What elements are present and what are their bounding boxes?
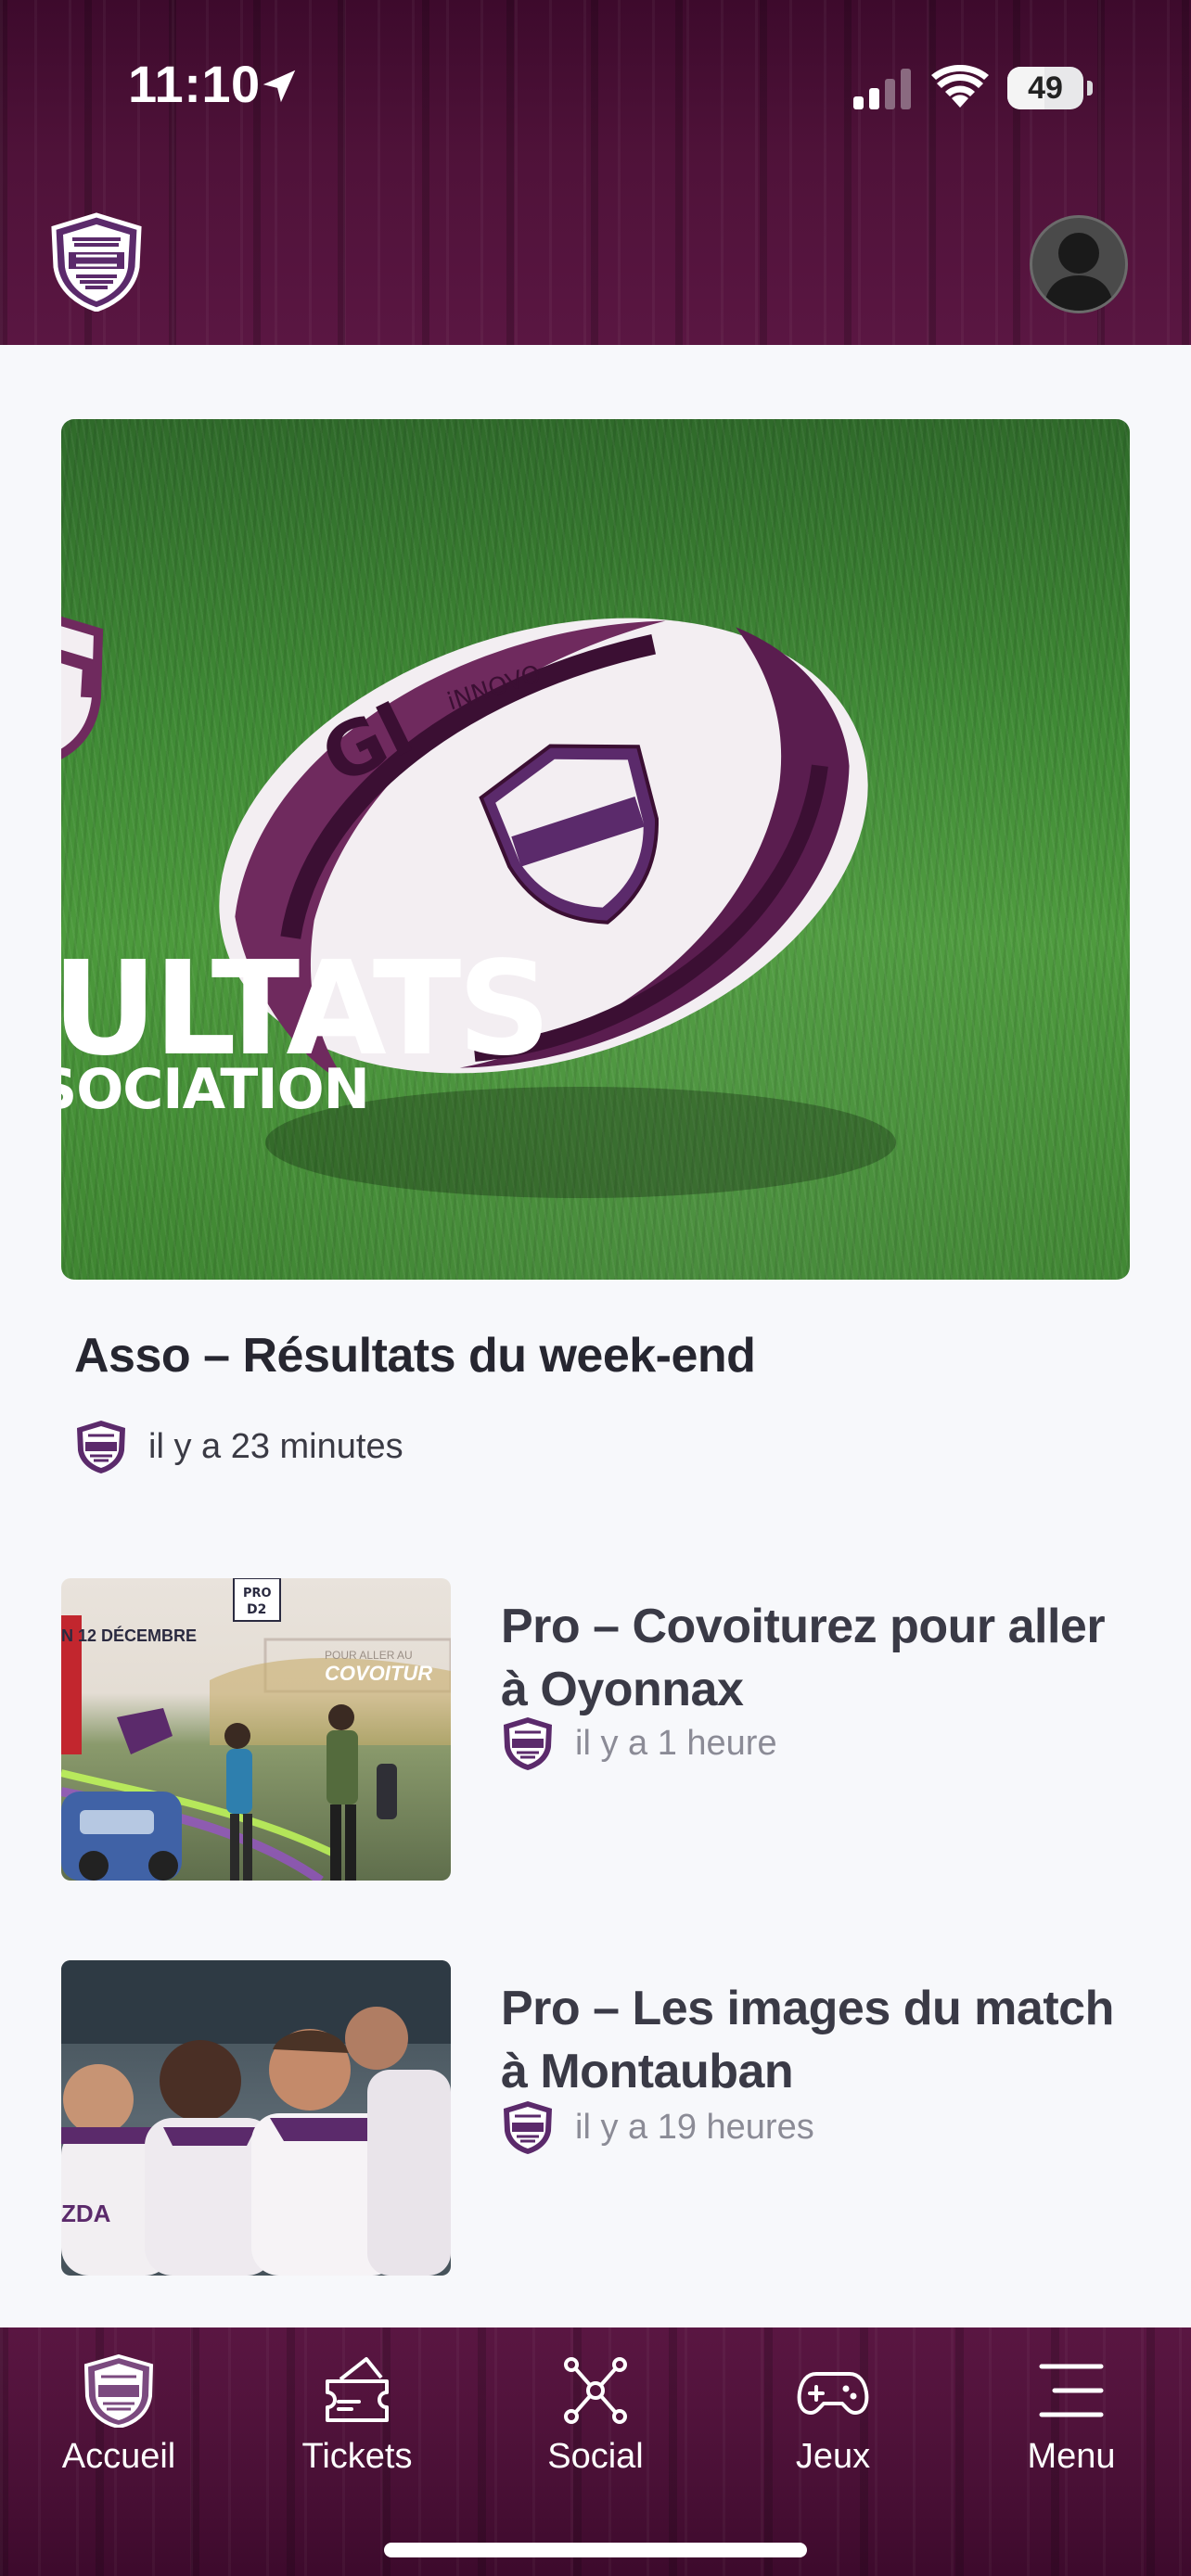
- cellular-signal-icon: [853, 69, 911, 109]
- rugby-ball-illustration: GI iNNOVO: [219, 618, 896, 1198]
- article-time: il y a 19 heures: [575, 2107, 814, 2147]
- tab-tickets[interactable]: Tickets: [255, 2353, 459, 2493]
- article-meta: il y a 19 heures: [501, 2099, 814, 2155]
- svg-text:D2: D2: [247, 1602, 266, 1617]
- thumb-small-text: POUR ALLER AU: [325, 1649, 413, 1662]
- network-icon: [564, 2357, 627, 2424]
- featured-article-title[interactable]: Asso – Résultats du week-end: [74, 1328, 756, 1384]
- featured-image-subheadline: SOCIATION: [61, 1057, 370, 1122]
- club-shield-icon: [83, 2353, 154, 2428]
- article-list-item[interactable]: PRO D2 N 12 DÉCEMBRE POUR ALLER AU COVOI…: [61, 1578, 1130, 1881]
- club-shield-icon: [504, 2101, 552, 2154]
- location-arrow-icon: [263, 70, 296, 103]
- tab-label: Accueil: [61, 2437, 176, 2476]
- thumb-badge-text: COVOITUR: [325, 1662, 433, 1685]
- carpool-promo-image: PRO D2: [61, 1578, 451, 1881]
- article-thumbnail[interactable]: PRO D2 N 12 DÉCEMBRE POUR ALLER AU COVOI…: [61, 1578, 451, 1881]
- club-shield-icon: [504, 1717, 552, 1770]
- tab-label: Jeux: [795, 2437, 871, 2476]
- menu-icon: [1039, 2364, 1104, 2417]
- article-list-item[interactable]: ZDA Pro – Les images du match à Montauba…: [61, 1960, 1130, 2276]
- tab-label: Menu: [1027, 2437, 1116, 2476]
- home-indicator[interactable]: [384, 2543, 807, 2557]
- thumb-date-text: N 12 DÉCEMBRE: [61, 1626, 198, 1645]
- bottom-tab-bar: Accueil Tickets Social Jeux Menu: [0, 2327, 1191, 2576]
- article-time: il y a 1 heure: [575, 1723, 777, 1763]
- partial-club-shield: [61, 616, 104, 759]
- svg-text:PRO: PRO: [243, 1587, 272, 1600]
- tab-accueil[interactable]: Accueil: [17, 2353, 221, 2493]
- status-bar: 11:10 49: [0, 0, 1191, 139]
- thumb-jersey-text: ZDA: [61, 2200, 111, 2227]
- battery-level: 49: [1028, 70, 1063, 106]
- featured-article[interactable]: GI iNNOVO ULTATS SOCIATION Asso – Résult…: [61, 419, 1130, 1473]
- article-title[interactable]: Pro – Les images du match à Montauban: [501, 1977, 1132, 2103]
- club-shield-logo-icon[interactable]: [48, 211, 145, 312]
- article-title[interactable]: Pro – Covoiturez pour aller à Oyonnax: [501, 1595, 1132, 1721]
- status-time: 11:10: [128, 55, 261, 113]
- match-photo-image: [61, 1960, 451, 2276]
- article-meta: il y a 1 heure: [501, 1715, 777, 1771]
- wifi-icon: [931, 65, 989, 108]
- user-avatar-button[interactable]: [1030, 215, 1128, 313]
- tab-label: Social: [547, 2437, 644, 2476]
- featured-article-image[interactable]: GI iNNOVO ULTATS SOCIATION: [61, 419, 1130, 1280]
- featured-article-meta: il y a 23 minutes: [74, 1419, 403, 1474]
- user-avatar-icon: [1044, 233, 1114, 311]
- tab-social[interactable]: Social: [493, 2353, 698, 2493]
- featured-article-time: il y a 23 minutes: [148, 1426, 403, 1466]
- battery-cap: [1087, 81, 1093, 96]
- tab-menu[interactable]: Menu: [969, 2353, 1173, 2493]
- ticket-icon: [326, 2357, 389, 2422]
- article-thumbnail[interactable]: ZDA: [61, 1960, 451, 2276]
- app-header: 11:10 49: [0, 0, 1191, 345]
- tab-jeux[interactable]: Jeux: [731, 2353, 935, 2493]
- club-shield-icon: [77, 1421, 125, 1473]
- gamepad-icon: [797, 2372, 869, 2415]
- tab-label: Tickets: [301, 2437, 413, 2476]
- battery-indicator: 49: [1007, 67, 1093, 109]
